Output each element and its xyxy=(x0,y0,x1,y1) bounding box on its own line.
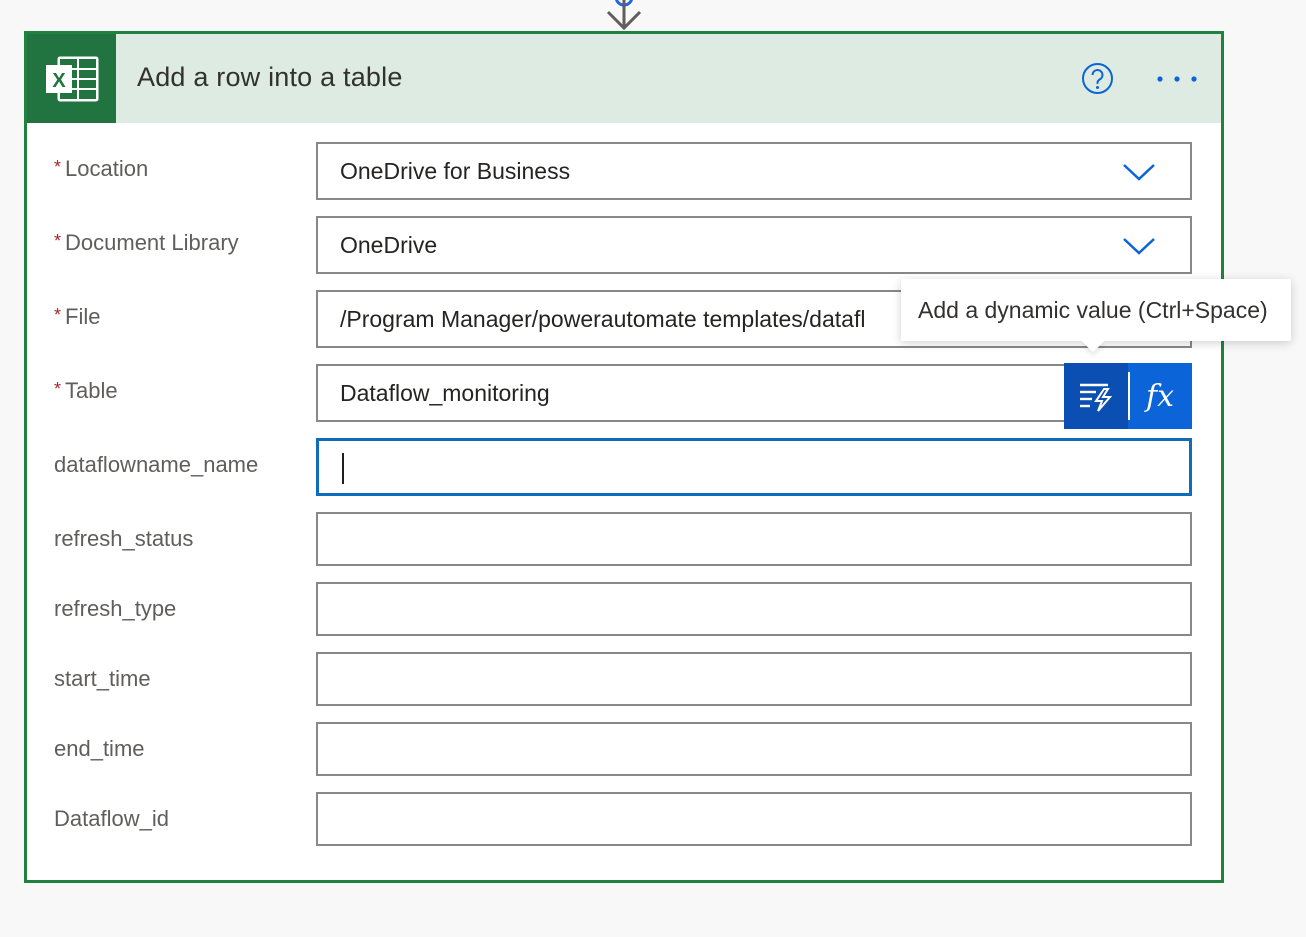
field-label-refresh-status: refresh_status xyxy=(54,526,194,551)
expression-label: fx xyxy=(1145,378,1175,414)
more-options-icon[interactable] xyxy=(1155,72,1199,86)
field-label-table: * Table xyxy=(54,378,118,403)
dataflow-id-input[interactable] xyxy=(316,792,1192,846)
text-caret xyxy=(342,453,344,484)
field-label-location: * Location xyxy=(54,156,149,181)
end-time-input[interactable] xyxy=(316,722,1192,776)
help-icon[interactable] xyxy=(1081,62,1114,95)
start-time-input[interactable] xyxy=(316,652,1192,706)
field-label-end-time: end_time xyxy=(54,736,145,761)
table-input[interactable]: Dataflow_monitoring xyxy=(316,364,1192,422)
card-title: Add a row into a table xyxy=(137,62,403,92)
card-header[interactable]: X Add a row into a table xyxy=(27,34,1221,123)
dynamic-value-tooltip: Add a dynamic value (Ctrl+Space) xyxy=(901,279,1291,353)
required-marker: * xyxy=(54,305,62,325)
required-marker: * xyxy=(54,157,62,177)
chevron-down-icon[interactable] xyxy=(1122,236,1156,256)
field-label-refresh-type: refresh_type xyxy=(54,596,177,621)
dataflowname-name-input[interactable] xyxy=(316,438,1192,496)
file-value: /Program Manager/powerautomate templates… xyxy=(340,306,866,332)
arrow-down-icon xyxy=(606,0,642,31)
location-dropdown[interactable]: OneDrive for Business xyxy=(316,142,1192,200)
refresh-type-input[interactable] xyxy=(316,582,1192,636)
location-value: OneDrive for Business xyxy=(340,158,571,184)
table-value: Dataflow_monitoring xyxy=(340,380,550,406)
field-label-dataflowname-name: dataflowname_name xyxy=(54,452,259,477)
button-divider xyxy=(1128,372,1130,420)
refresh-status-input[interactable] xyxy=(316,512,1192,566)
dynamic-content-button[interactable] xyxy=(1064,363,1128,429)
field-label-start-time: start_time xyxy=(54,666,151,691)
expression-button[interactable]: fx xyxy=(1128,363,1192,429)
document-library-value: OneDrive xyxy=(340,232,438,258)
document-library-dropdown[interactable]: OneDrive xyxy=(316,216,1192,274)
field-label-document-library: * Document Library xyxy=(54,230,239,255)
dynamic-content-icon xyxy=(1080,383,1113,412)
excel-icon: X xyxy=(27,34,116,123)
chevron-down-icon[interactable] xyxy=(1122,162,1156,182)
field-label-file: * File xyxy=(54,304,101,329)
action-card: X Add a row into a table * Location OneDr… xyxy=(24,31,1224,883)
tooltip-text: Add a dynamic value (Ctrl+Space) xyxy=(918,297,1268,323)
svg-text:X: X xyxy=(52,70,66,92)
field-label-dataflow-id: Dataflow_id xyxy=(54,806,169,831)
required-marker: * xyxy=(54,231,62,251)
required-marker: * xyxy=(54,379,62,399)
